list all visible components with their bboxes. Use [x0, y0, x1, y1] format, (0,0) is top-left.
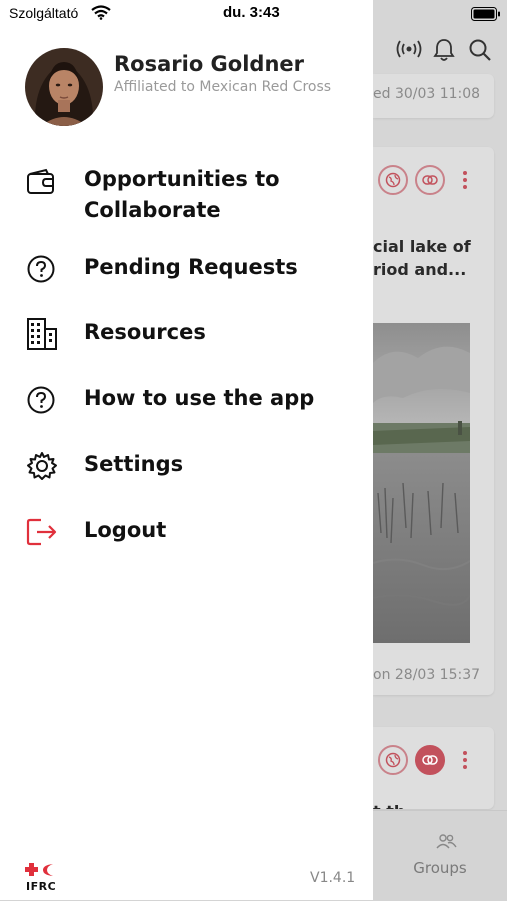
broadcast-icon[interactable]: [395, 38, 423, 60]
tab-groups[interactable]: Groups: [373, 811, 507, 901]
menu-item-label: Logout: [84, 518, 167, 542]
avatar[interactable]: [25, 48, 103, 126]
post-meta: on 28/03 15:37: [373, 667, 481, 683]
battery-icon: [471, 7, 501, 21]
menu-item-how-to-use[interactable]: How to use the app: [0, 383, 373, 417]
post-title-line: cial lake of: [373, 237, 471, 256]
menu-item-label: Pending Requests: [84, 255, 298, 279]
gear-icon: [26, 450, 58, 482]
groups-icon: [435, 833, 457, 849]
app-version: V1.4.1: [310, 870, 356, 886]
bottom-tab-bar: Groups: [373, 810, 507, 901]
status-bar: Szolgáltató du. 3:43: [0, 0, 507, 28]
top-bar: [373, 28, 507, 74]
menu-item-pending-requests[interactable]: Pending Requests: [0, 252, 373, 286]
navigation-drawer: Rosario Goldner Affiliated to Mexican Re…: [0, 0, 373, 900]
menu-item-label: Opportunities to Collaborate: [84, 167, 280, 222]
question-circle-icon: [26, 254, 56, 284]
menu-item-label: Resources: [84, 320, 206, 344]
menu-item-label: How to use the app: [84, 386, 315, 410]
link-button[interactable]: [415, 165, 445, 195]
ifrc-logo: [25, 862, 57, 878]
menu-item-label: Settings: [84, 452, 184, 476]
post-title-line: riod and...: [373, 260, 467, 279]
link-button[interactable]: [415, 745, 445, 775]
user-affiliation: Affiliated to Mexican Red Cross: [114, 79, 332, 95]
globe-button[interactable]: [378, 745, 408, 775]
carrier-label: Szolgáltató: [9, 5, 79, 21]
user-name: Rosario Goldner: [114, 52, 305, 76]
more-options-icon[interactable]: [463, 171, 467, 192]
menu-item-opportunities[interactable]: Opportunities to Collaborate: [0, 163, 373, 229]
more-options-icon[interactable]: [463, 751, 467, 772]
tab-label: Groups: [413, 859, 467, 877]
post-meta: ed 30/03 11:08: [373, 86, 481, 102]
question-circle-icon: [26, 385, 56, 415]
post-title-line: t th: [373, 800, 494, 809]
post-image[interactable]: [373, 323, 470, 643]
clock: du. 3:43: [223, 4, 280, 21]
ifrc-logo-text: IFRC: [26, 880, 57, 893]
logout-icon: [26, 517, 58, 547]
search-icon[interactable]: [468, 38, 492, 62]
bell-icon[interactable]: [433, 38, 455, 62]
wallet-icon: [26, 168, 56, 196]
menu-item-resources[interactable]: Resources: [0, 316, 373, 352]
globe-button[interactable]: [378, 165, 408, 195]
menu-item-settings[interactable]: Settings: [0, 449, 373, 483]
menu-item-logout[interactable]: Logout: [0, 515, 373, 549]
wifi-icon: [91, 5, 111, 20]
building-icon: [26, 317, 58, 350]
